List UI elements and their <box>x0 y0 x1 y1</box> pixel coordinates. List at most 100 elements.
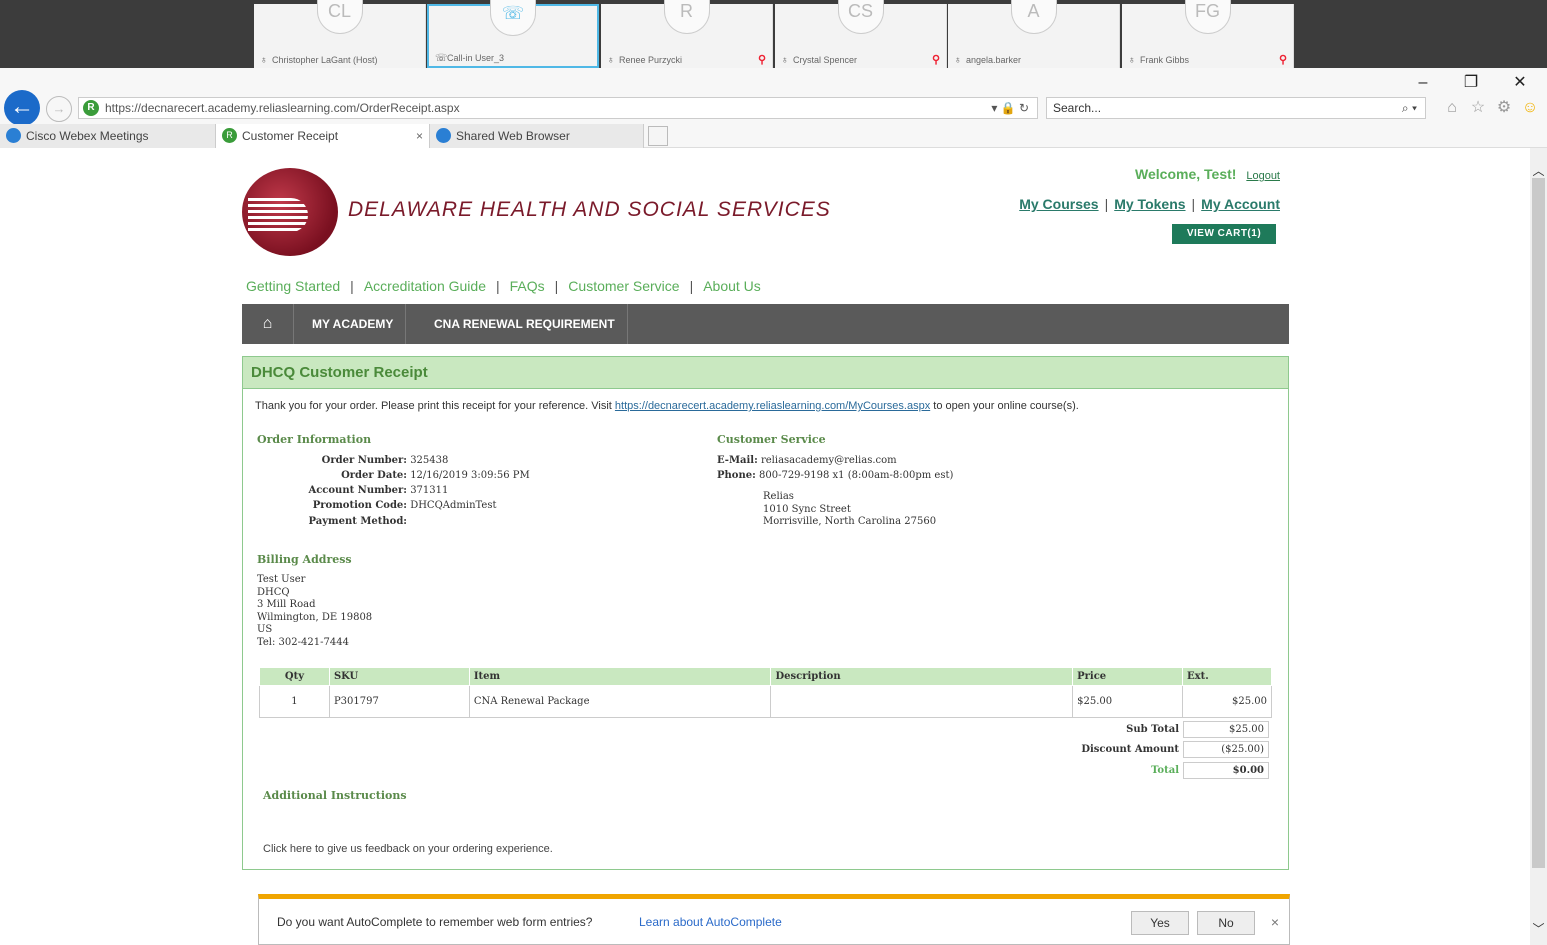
learn-autocomplete-link[interactable]: Learn about AutoComplete <box>639 915 782 929</box>
tab-bar: Cisco Webex Meetings R Customer Receipt … <box>0 124 1547 148</box>
participant-avatar: A <box>1010 0 1057 34</box>
forward-button[interactable]: → <box>46 96 72 122</box>
my-tokens-link[interactable]: My Tokens <box>1114 196 1185 212</box>
participant-name: Crystal Spencer <box>793 55 858 65</box>
settings-gear-icon[interactable]: ⚙ <box>1494 99 1514 117</box>
dhss-logo <box>242 168 338 256</box>
feedback-link[interactable]: Click here to give us feedback on your o… <box>263 843 553 855</box>
participant-tile[interactable]: CL ♁ Christopher LaGant (Host) <box>254 0 426 68</box>
thank-you-message: Thank you for your order. Please print t… <box>255 400 1079 412</box>
account-links: My Courses | My Tokens | My Account <box>1019 196 1280 212</box>
my-account-link[interactable]: My Account <box>1201 196 1280 212</box>
scroll-down-icon[interactable]: ﹀ <box>1530 920 1547 937</box>
smiley-feedback-icon[interactable]: ☺ <box>1520 99 1540 117</box>
participant-tile[interactable]: R ♁ Renee Purzycki ⚲ <box>601 0 773 68</box>
main-navigation: ⌂ MY ACADEMY CNA RENEWAL REQUIREMENT <box>242 304 1289 344</box>
tab-cisco-webex[interactable]: Cisco Webex Meetings <box>0 124 216 148</box>
search-input[interactable]: Search... ⌕ ▾ <box>1046 97 1426 119</box>
minimize-button[interactable]: – <box>1408 72 1438 94</box>
participant-tile[interactable]: A ♁ angela.barker <box>948 0 1120 68</box>
favorites-star-icon[interactable]: ☆ <box>1468 99 1488 117</box>
microphone-icon: ♁ <box>607 55 615 66</box>
welcome-message: Welcome, Test! Logout <box>1135 166 1280 182</box>
close-window-button[interactable]: ✕ <box>1505 72 1535 94</box>
microphone-icon: ♁ <box>781 55 789 66</box>
tab-label: Shared Web Browser <box>456 129 570 143</box>
search-icon[interactable]: ⌕ ▾ <box>1402 98 1417 118</box>
url-text: https://decnarecert.academy.reliaslearni… <box>105 101 460 115</box>
no-button[interactable]: No <box>1197 911 1255 935</box>
webex-icon <box>6 128 21 143</box>
getting-started-link[interactable]: Getting Started <box>246 278 340 294</box>
participant-name: Renee Purzycki <box>619 55 683 65</box>
microphone-icon: ♁ <box>1128 55 1136 66</box>
subtotal-value: $25.00 <box>1183 721 1269 738</box>
back-button[interactable]: ← <box>4 90 40 126</box>
about-us-link[interactable]: About Us <box>703 278 761 294</box>
cs-phone: 800-729-9198 x1 (8:00am-8:00pm est) <box>758 470 954 481</box>
view-cart-button[interactable]: VIEW CART(1) <box>1172 224 1276 244</box>
my-courses-link[interactable]: My Courses <box>1019 196 1098 212</box>
logout-link[interactable]: Logout <box>1246 170 1280 182</box>
my-courses-url-link[interactable]: https://decnarecert.academy.reliaslearni… <box>615 400 930 412</box>
participant-tile[interactable]: CS ♁ Crystal Spencer ⚲ <box>775 0 947 68</box>
restore-button[interactable]: ❐ <box>1456 72 1486 94</box>
nav-cna-renewal-requirement[interactable]: CNA RENEWAL REQUIREMENT <box>422 304 628 344</box>
web-page: DELAWARE HEALTH AND SOCIAL SERVICES Welc… <box>0 148 1530 945</box>
customer-service-link[interactable]: Customer Service <box>568 278 679 294</box>
scroll-thumb[interactable] <box>1532 178 1545 868</box>
total-row: Total $0.00 <box>1063 762 1273 779</box>
subtotal-row: Sub Total $25.00 <box>1063 721 1273 738</box>
close-notification-icon[interactable]: × <box>1271 914 1279 930</box>
tab-label: Customer Receipt <box>242 129 339 143</box>
account-number: 371311 <box>410 485 449 496</box>
phone-icon: ☏ <box>490 0 536 36</box>
autocomplete-notification: Do you want AutoComplete to remember web… <box>258 894 1290 945</box>
participant-avatar: R <box>663 0 710 34</box>
participant-name: Frank Gibbs <box>1140 55 1190 65</box>
sub-navigation: Getting Started | Accreditation Guide | FAQs… <box>246 278 761 294</box>
tab-label: Cisco Webex Meetings <box>26 129 149 143</box>
new-tab-button[interactable] <box>648 126 668 146</box>
billing-address: Test User DHCQ 3 Mill Road Wilmington, D… <box>257 574 373 648</box>
order-date: 12/16/2019 3:09:56 PM <box>410 470 530 481</box>
home-nav-icon[interactable]: ⌂ <box>242 304 294 344</box>
participant-name: angela.barker <box>966 55 1022 65</box>
microphone-icon: ♁ <box>954 55 962 66</box>
home-icon[interactable]: ⌂ <box>1442 99 1462 117</box>
relias-icon: R <box>222 128 237 143</box>
page-scrollbar[interactable]: ︿ ﹀ <box>1530 148 1547 945</box>
cs-email: reliasacademy@relias.com <box>760 455 897 466</box>
scroll-up-icon[interactable]: ︿ <box>1530 162 1547 179</box>
muted-icon: ⚲ <box>1278 54 1287 66</box>
address-controls[interactable]: ▾ 🔒 ↻ <box>991 98 1029 118</box>
billing-address-heading: Billing Address <box>257 553 352 566</box>
close-tab-icon[interactable]: × <box>416 124 423 148</box>
nav-my-academy[interactable]: MY ACADEMY <box>300 304 407 344</box>
webex-participant-strip: CL ♁ Christopher LaGant (Host) ☏ ☏Call-in… <box>0 0 1547 68</box>
yes-button[interactable]: Yes <box>1131 911 1189 935</box>
participant-name: Call-in User_3 <box>447 53 505 63</box>
tab-shared-web-browser[interactable]: Shared Web Browser <box>430 124 644 148</box>
participant-avatar: CS <box>837 0 884 34</box>
total-value: $0.00 <box>1183 762 1269 779</box>
order-number: 325438 <box>410 455 449 466</box>
accreditation-guide-link[interactable]: Accreditation Guide <box>364 278 486 294</box>
org-name: DELAWARE HEALTH AND SOCIAL SERVICES <box>348 198 831 221</box>
webex-icon <box>436 128 451 143</box>
discount-value: ($25.00) <box>1183 741 1269 758</box>
promotion-code: DHCQAdminTest <box>410 500 497 511</box>
receipt-panel: DHCQ Customer Receipt Thank you for your… <box>242 356 1289 870</box>
order-information-heading: Order Information <box>257 433 372 446</box>
customer-service-heading: Customer Service <box>717 433 826 446</box>
participant-tile[interactable]: ☏ ☏Call-in User_3 <box>427 0 599 68</box>
participant-name: Christopher LaGant (Host) <box>272 55 378 65</box>
browser-chrome: – ❐ ✕ ← → R https://decnarecert.academy.… <box>0 68 1547 148</box>
tab-customer-receipt[interactable]: R Customer Receipt × <box>216 124 430 148</box>
participant-avatar: CL <box>316 0 363 34</box>
faqs-link[interactable]: FAQs <box>510 278 545 294</box>
address-bar[interactable]: R https://decnarecert.academy.reliaslear… <box>78 97 1038 119</box>
table-row: 1 P301797 CNA Renewal Package $25.00 $25… <box>259 685 1272 718</box>
muted-icon: ⚲ <box>931 54 940 66</box>
participant-tile[interactable]: FG ♁ Frank Gibbs ⚲ <box>1122 0 1294 68</box>
